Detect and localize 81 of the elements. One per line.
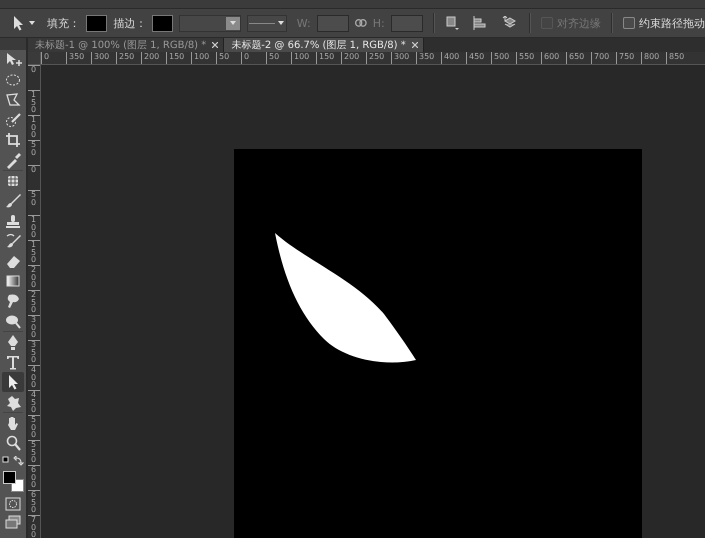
ruler-label: 150 <box>28 90 40 115</box>
path-selection-icon[interactable] <box>12 15 24 31</box>
quick-selection-icon <box>4 111 22 129</box>
close-icon[interactable] <box>412 42 418 48</box>
ruler-label: 100 <box>191 52 216 64</box>
caret-icon <box>29 21 36 25</box>
ruler-label: 650 <box>566 52 591 64</box>
ruler-label: 0 <box>41 52 66 64</box>
ruler-label: 600 <box>541 52 566 64</box>
close-icon[interactable] <box>212 42 218 48</box>
ruler-label: 400 <box>28 365 40 390</box>
ruler-label: 100 <box>28 215 40 240</box>
ruler-label: 800 <box>641 52 666 64</box>
line-style-icon <box>249 22 276 24</box>
ruler-label: 850 <box>666 52 691 64</box>
stroke-width-dropdown[interactable] <box>179 14 241 32</box>
fill-label: 填充： <box>47 16 80 30</box>
ruler-label: 100 <box>28 115 40 140</box>
ruler-label: 50 <box>28 140 40 165</box>
ruler-label: 650 <box>28 490 40 515</box>
ruler-label: 100 <box>291 52 316 64</box>
ruler-label: 500 <box>491 52 516 64</box>
move-tool-icon <box>4 51 22 69</box>
ruler-label: 150 <box>166 52 191 64</box>
ruler-label: 400 <box>441 52 466 64</box>
fill-swatch[interactable] <box>86 14 108 32</box>
ruler-label: 50 <box>28 190 40 215</box>
stroke-swatch[interactable] <box>152 14 174 32</box>
ruler-label: 700 <box>591 52 616 64</box>
link-icon[interactable] <box>355 19 367 27</box>
quick-mask-icon[interactable] <box>5 497 21 511</box>
ruler-label: 250 <box>366 52 391 64</box>
ruler-label: 450 <box>466 52 491 64</box>
caret-icon <box>230 21 236 25</box>
crop-icon <box>4 131 22 149</box>
color-swatches-icon[interactable] <box>2 470 24 494</box>
ruler-label: 600 <box>28 465 40 490</box>
stamp-icon <box>4 212 22 230</box>
brush-icon <box>4 192 22 210</box>
ruler-label: 550 <box>28 440 40 465</box>
ruler-label: 0 <box>241 52 266 64</box>
caret-icon <box>278 21 284 25</box>
stroke-label: 描边： <box>113 16 146 30</box>
document-tab[interactable]: 未标题-2 @ 66.7% (图层 1, RGB/8) * <box>224 38 424 52</box>
ruler-label: 200 <box>341 52 366 64</box>
ruler-label: 450 <box>28 390 40 415</box>
path-alignment-icon[interactable] <box>472 16 488 30</box>
ruler-label: 0 <box>28 65 40 90</box>
width-field[interactable] <box>316 14 350 32</box>
ruler-label: 500 <box>28 415 40 440</box>
ruler-label: 150 <box>28 240 40 265</box>
ruler-label: 300 <box>28 315 40 340</box>
ruler-label: 350 <box>66 52 91 64</box>
ruler-label: 550 <box>516 52 541 64</box>
stroke-type-dropdown[interactable] <box>246 14 287 32</box>
swap-colors-icon[interactable] <box>2 456 24 466</box>
toolbar-grip[interactable] <box>0 38 26 50</box>
document-tab[interactable]: 未标题-1 @ 100% (图层 1, RGB/8) * <box>28 38 224 52</box>
checkbox[interactable] <box>623 17 635 29</box>
checkbox-label: 约束路径拖动 <box>639 16 705 30</box>
ruler-label: 50 <box>216 52 241 64</box>
ruler-label: 350 <box>28 340 40 365</box>
type-tool-icon <box>4 353 22 371</box>
height-field[interactable] <box>390 14 424 32</box>
tool-button[interactable] <box>2 372 24 392</box>
ruler-label: 750 <box>616 52 641 64</box>
ruler-label: 200 <box>28 265 40 290</box>
ruler-label: 200 <box>141 52 166 64</box>
ruler-label: 150 <box>316 52 341 64</box>
ruler-label: 300 <box>91 52 116 64</box>
ruler-label: 700 <box>28 515 40 538</box>
ruler-label: 350 <box>416 52 441 64</box>
ruler-label: 0 <box>28 165 40 190</box>
ruler-label: 250 <box>28 290 40 315</box>
ruler-label: 300 <box>391 52 416 64</box>
history-brush-icon <box>4 232 22 250</box>
ruler-label: 50 <box>266 52 291 64</box>
path-operations-icon[interactable] <box>445 16 459 30</box>
zoom-icon <box>4 434 22 452</box>
ruler-label: 250 <box>116 52 141 64</box>
screen-mode-icon[interactable] <box>5 515 21 529</box>
